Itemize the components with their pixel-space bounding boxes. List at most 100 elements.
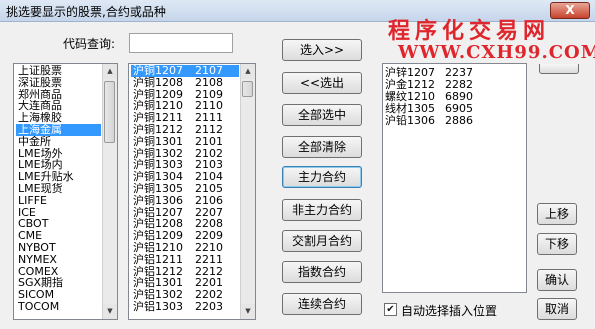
scroll-down-icon[interactable]: ▼ [103,304,117,319]
market-list-item[interactable]: 上证股票 [16,65,101,77]
selected-code: 2886 [445,114,473,127]
contract-list-item[interactable]: 沪铝1208 2208 [131,218,239,230]
select-all-button[interactable]: 全部选中 [282,104,362,126]
contract-list-item[interactable]: 沪铜1212 2112 [131,124,239,136]
search-input[interactable] [129,33,233,53]
scroll-down-icon[interactable]: ▼ [241,304,255,319]
market-list-item[interactable]: COMEX [16,266,101,278]
contract-list-item[interactable]: 沪铝1211 2211 [131,254,239,266]
contract-list-item[interactable]: 沪铜1208 2108 [131,77,239,89]
contract-list-item[interactable]: 沪铝1303 2203 [131,301,239,313]
contract-code: 2212 [195,265,223,278]
contract-code: 2110 [195,100,223,113]
contract-list-item[interactable]: 沪铜1306 2106 [131,195,239,207]
market-list-item[interactable]: 上海金属 [16,123,101,136]
market-list-item[interactable]: 郑州商品 [16,89,101,101]
market-list-items: 上证股票 深证股票 郑州商品 大连商品 上海橡胶 上海金属 中金所 LME场外 LME场内 LME… [16,65,101,313]
selected-list[interactable]: 沪锌1207 2237 沪金1212 2282 螺纹1210 6890 线材1305 6905… [382,63,527,293]
contract-list-item[interactable]: 沪铜1209 2109 [131,89,239,101]
contract-list-item[interactable]: 沪铝1301 2201 [131,277,239,289]
contract-code: 2210 [195,241,223,254]
contract-code: 2106 [195,194,223,207]
scroll-thumb[interactable] [104,81,115,143]
contract-list-item[interactable]: 沪铝1212 2212 [131,266,239,278]
remove-button[interactable]: <<选出 [282,72,362,94]
delivery-month-button[interactable]: 交割月合约 [282,230,362,252]
contract-code: 2202 [195,289,223,301]
contract-code: 2108 [195,76,223,89]
contract-list-item[interactable]: 沪铜1207 2107 [131,65,239,77]
market-list-item[interactable]: LME升贴水 [16,171,101,183]
add-button[interactable]: 选入>> [282,39,362,61]
index-contract-button[interactable]: 指数合约 [282,261,362,283]
close-button[interactable]: X [550,2,590,19]
scroll-up-icon[interactable]: ▲ [103,64,117,79]
contract-list-item[interactable]: 沪铜1304 2104 [131,171,239,183]
contract-list-item[interactable]: 沪铝1209 2209 [131,230,239,242]
main-contract-button[interactable]: 主力合约 [282,166,362,188]
continuous-contract-button[interactable]: 连续合约 [282,293,362,315]
market-list[interactable]: 上证股票 深证股票 郑州商品 大连商品 上海橡胶 上海金属 中金所 LME场外 LME场内 LME… [13,63,118,320]
contract-list[interactable]: 沪铜1207 2107 沪铜1208 2108 沪铜1209 2109 沪铜1210 2110… [128,63,256,320]
auto-select-checkbox[interactable]: ✔ [384,303,397,316]
contract-name: 沪铜1207 [133,65,183,77]
market-list-item[interactable]: 上海橡胶 [16,112,101,124]
move-down-button[interactable]: 下移 [537,233,577,255]
contract-name: 沪铝1211 [133,253,183,266]
market-list-item[interactable]: 深证股票 [16,77,101,89]
clear-all-button[interactable]: 全部清除 [282,136,362,158]
contract-name: 沪铜1212 [133,123,183,136]
contract-code: 2209 [195,230,223,242]
contract-name: 沪铝1208 [133,218,183,231]
contract-list-item[interactable]: 沪铜1303 2103 [131,159,239,171]
selected-list-items: 沪锌1207 2237 沪金1212 2282 螺纹1210 6890 线材1305 6905… [385,67,473,127]
market-list-item[interactable]: CME [16,230,101,242]
cancel-button[interactable]: 取消 [537,298,577,320]
contract-code: 2207 [195,206,223,219]
selected-list-item[interactable]: 沪铅1306 2886 [385,115,473,127]
market-list-item[interactable]: NYMEX [16,254,101,266]
contract-list-item[interactable]: 沪铝1302 2202 [131,289,239,301]
contract-list-item[interactable]: 沪铜1301 2101 [131,136,239,148]
contract-code: 2104 [195,171,223,183]
market-list-item[interactable]: 中金所 [16,136,101,148]
contract-list-item[interactable]: 沪铜1305 2105 [131,183,239,195]
ok-button[interactable]: 确认 [537,269,577,291]
watermark-title: 程序化交易网 [388,18,551,44]
market-list-item[interactable]: CBOT [16,218,101,230]
contract-list-item[interactable]: 沪铜1302 2102 [131,148,239,160]
market-list-item[interactable]: LME现货 [16,183,101,195]
market-list-item[interactable]: LME场外 [16,148,101,160]
market-list-item[interactable]: ICE [16,207,101,219]
contract-list-item[interactable]: 沪铝1210 2210 [131,242,239,254]
scroll-thumb[interactable] [242,81,253,97]
market-list-item[interactable]: TOCOM [16,301,101,313]
market-list-scrollbar[interactable]: ▲ ▼ [102,64,117,319]
contract-code: 2112 [195,123,223,136]
contract-code: 2201 [195,277,223,290]
watermark-url: WWW.CXH99.COM [398,42,595,63]
contract-code: 2103 [195,159,223,172]
contract-list-item[interactable]: 沪铝1207 2207 [131,207,239,219]
contract-name: 沪铜1305 [133,182,183,195]
contract-name: 沪铝1303 [133,300,183,313]
non-main-contract-button[interactable]: 非主力合约 [282,199,362,221]
scroll-up-icon[interactable]: ▲ [241,64,255,79]
window-title: 挑选要显示的股票,合约或品种 [6,5,166,19]
contract-code: 2105 [195,182,223,195]
hidden-button-fragment[interactable] [539,64,579,74]
market-list-item[interactable]: LME场内 [16,159,101,171]
market-list-item[interactable]: SICOM [16,289,101,301]
auto-select-label[interactable]: 自动选择插入位置 [401,302,497,319]
market-list-item[interactable]: 大连商品 [16,100,101,112]
contract-name: 沪铜1210 [133,100,183,113]
market-list-item[interactable]: SGX期指 [16,277,101,289]
contract-name: 沪铜1301 [133,135,183,148]
contract-list-scrollbar[interactable]: ▲ ▼ [240,64,255,319]
market-list-item[interactable]: LIFFE [16,195,101,207]
contract-list-item[interactable]: 沪铜1211 2111 [131,112,239,124]
market-list-item[interactable]: NYBOT [16,242,101,254]
move-up-button[interactable]: 上移 [537,203,577,225]
close-icon: X [565,3,575,17]
contract-list-item[interactable]: 沪铜1210 2110 [131,100,239,112]
